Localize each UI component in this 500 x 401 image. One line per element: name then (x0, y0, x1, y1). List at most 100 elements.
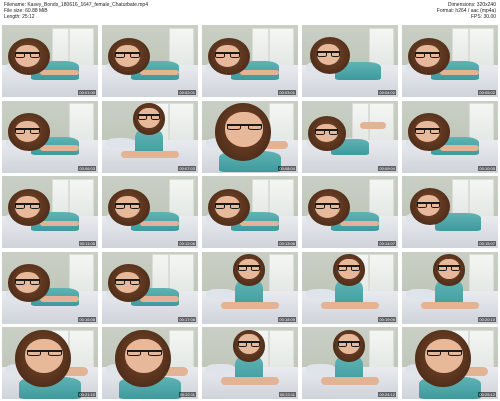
contact-sheet: Filename: Kasey_Bonds_180616_1647_female… (0, 0, 500, 401)
video-thumbnail: 00:17:08 (102, 251, 198, 324)
thumbnail-timestamp: 00:06:03 (78, 165, 96, 171)
glasses-icon (226, 123, 262, 130)
thumbnail-grid: 00:01:00 00:02:01 00:03:01 00:04:02 00:05:02… (2, 25, 498, 399)
video-thumbnail: 00:11:05 (2, 176, 98, 248)
background-window (469, 103, 495, 143)
glasses-icon (15, 52, 41, 59)
video-thumbnail: 00:22:11 (102, 327, 198, 399)
video-thumbnail: 00:19:09 (302, 251, 398, 324)
thumbnail-timestamp: 00:22:11 (178, 392, 196, 397)
arm (140, 69, 179, 76)
arm (340, 220, 379, 227)
background-window (451, 178, 470, 219)
arm (221, 377, 279, 385)
thumbnail-timestamp: 00:19:09 (378, 316, 396, 322)
metadata-left: Filename: Kasey_Bonds_180616_1647_female… (4, 2, 148, 20)
background-window (269, 329, 295, 370)
arm (321, 301, 379, 310)
glasses-icon (238, 265, 260, 272)
video-thumbnail: 00:15:07 (402, 176, 498, 248)
glasses-icon (126, 350, 162, 357)
thumbnail-timestamp: 00:21:10 (78, 392, 96, 397)
length-label: Length: 25:12 (4, 14, 35, 20)
thumbnail-timestamp: 00:03:01 (278, 90, 296, 95)
video-thumbnail: 00:21:10 (2, 327, 98, 399)
arm (440, 69, 479, 76)
video-thumbnail: 00:03:01 (202, 25, 298, 97)
video-thumbnail: 00:14:07 (302, 176, 398, 248)
thumbnail-timestamp: 00:23:11 (278, 392, 296, 397)
arm (221, 301, 279, 310)
arm (40, 296, 79, 302)
pillow (205, 364, 235, 375)
background-window (69, 103, 95, 143)
thumbnail-timestamp: 00:16:08 (78, 316, 96, 322)
thumbnail-timestamp: 00:14:07 (378, 241, 396, 246)
glasses-icon (415, 52, 441, 59)
thumbnail-timestamp: 00:15:07 (478, 241, 496, 246)
thumbnail-timestamp: 00:01:00 (78, 90, 96, 95)
video-thumbnail: 00:07:03 (102, 100, 198, 173)
background-window (369, 254, 395, 294)
glasses-icon (215, 52, 241, 59)
arm (140, 220, 179, 227)
fps-label: FPS: 30.00 (470, 14, 496, 20)
arm (240, 220, 279, 227)
video-thumbnail: 00:09:04 (302, 100, 398, 173)
video-thumbnail: 00:20:10 (402, 251, 498, 324)
metadata-right: Dimensions: 320x240 Format: h264 / aac (… (437, 2, 496, 20)
arm (421, 301, 479, 310)
arm (40, 220, 79, 227)
background-window (469, 254, 495, 294)
background-window (169, 254, 195, 294)
thumbnail-timestamp: 00:08:04 (278, 165, 296, 171)
glasses-icon (338, 265, 360, 272)
background-window (369, 27, 395, 68)
glasses-icon (15, 127, 41, 134)
video-thumbnail: 00:12:06 (102, 176, 198, 248)
background-window (169, 329, 195, 370)
video-thumbnail: 00:05:02 (402, 25, 498, 97)
arm (440, 145, 479, 151)
arm (40, 145, 79, 151)
video-thumbnail: 00:04:02 (302, 25, 398, 97)
pillow (305, 364, 335, 375)
thumbnail-timestamp: 00:18:09 (278, 316, 296, 322)
arm (359, 122, 387, 130)
video-thumbnail: 00:18:09 (202, 251, 298, 324)
video-thumbnail: 00:10:05 (402, 100, 498, 173)
video-thumbnail: 00:02:01 (102, 25, 198, 97)
glasses-icon (238, 340, 260, 347)
pillow (305, 288, 335, 300)
glasses-icon (115, 203, 141, 210)
glasses-icon (26, 350, 62, 357)
arm (140, 296, 179, 302)
glasses-icon (438, 265, 460, 272)
video-thumbnail: 00:01:00 (2, 25, 98, 97)
thumbnail-timestamp: 00:10:05 (478, 165, 496, 171)
background-window (269, 103, 295, 143)
background-window (169, 103, 195, 143)
glasses-icon (415, 127, 441, 134)
thumbnail-timestamp: 00:24:12 (378, 392, 396, 397)
background-window (269, 254, 295, 294)
glasses-icon (115, 278, 141, 285)
thumbnail-timestamp: 00:09:04 (378, 165, 396, 171)
glasses-icon (15, 278, 41, 285)
thumbnail-timestamp: 00:04:02 (378, 90, 396, 95)
glasses-icon (115, 52, 141, 59)
glasses-icon (338, 340, 360, 347)
arm (240, 69, 279, 76)
video-thumbnail: 00:23:11 (202, 327, 298, 399)
video-thumbnail: 00:16:08 (2, 251, 98, 324)
arm (321, 377, 379, 385)
pillow (205, 288, 235, 300)
video-thumbnail: 00:13:06 (202, 176, 298, 248)
thumbnail-timestamp: 00:17:08 (178, 316, 196, 322)
background-window (369, 329, 395, 370)
thumbnail-timestamp: 00:20:10 (478, 316, 496, 322)
thumbnail-timestamp: 00:25:12 (478, 392, 496, 397)
glasses-icon (138, 114, 160, 121)
glasses-icon (215, 203, 241, 210)
pillow (405, 288, 435, 300)
